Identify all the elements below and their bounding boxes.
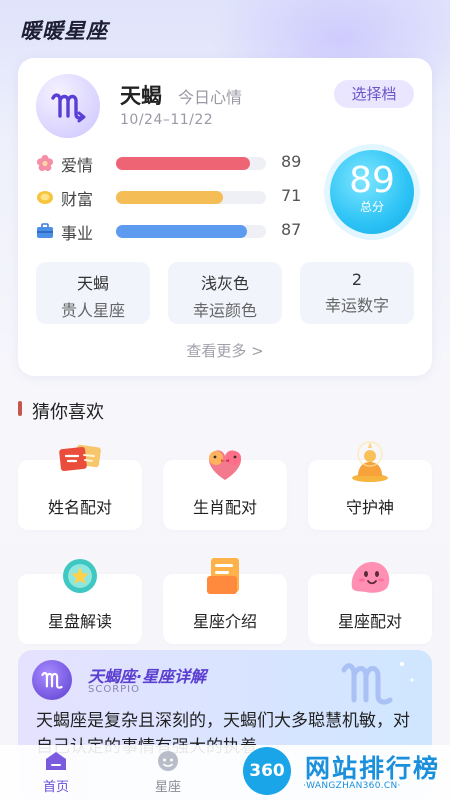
info-box-lucky-number: 2 幸运数字	[300, 262, 414, 324]
total-score-label: 总分	[359, 200, 384, 214]
stat-value: 87	[281, 220, 302, 239]
nav-label: 首页	[42, 780, 69, 795]
stat-bar	[116, 157, 266, 170]
tile-sign-intro[interactable]: 星座介绍	[163, 558, 287, 644]
buddha-icon	[344, 440, 396, 484]
watermark: 360 网站排行榜 ·WANGZHAN360.CN·	[243, 745, 450, 800]
scorpio-badge-icon	[32, 660, 72, 700]
stat-label: 事业	[61, 224, 94, 243]
tile-label: 星座配对	[337, 612, 402, 631]
nav-label: 星座	[154, 780, 181, 795]
star-plate-icon	[54, 554, 106, 598]
stat-label: 财富	[61, 190, 94, 209]
tile-sign-match[interactable]: 星座配对	[308, 562, 432, 644]
tile-label: 姓名配对	[47, 498, 112, 517]
info-box-lucky-color: 浅灰色 幸运颜色	[168, 262, 282, 324]
sign-name: 天蝎	[120, 84, 162, 108]
tile-zodiac-match[interactable]: 生肖配对	[163, 450, 287, 530]
section-title: 猜你喜欢	[32, 402, 104, 423]
briefcase-icon	[37, 223, 53, 238]
tile-label: 守护神	[345, 498, 394, 517]
scorpio-symbol-icon	[51, 93, 86, 123]
stat-row-love: 爱情 89	[36, 152, 306, 175]
section-accent-bar	[18, 401, 22, 416]
tile-label: 星座介绍	[192, 612, 257, 631]
stat-bar	[116, 191, 266, 204]
today-mood-label: 今日心情	[178, 88, 243, 107]
watermark-logo: 360	[243, 747, 291, 795]
tile-name-match[interactable]: 姓名配对	[18, 444, 142, 530]
stat-row-wealth: 财富 71	[36, 186, 306, 209]
nav-item-home[interactable]: 首页	[26, 749, 86, 795]
see-more-link[interactable]: 查看更多 >	[18, 340, 432, 361]
face-icon	[158, 751, 178, 771]
flower-icon	[36, 154, 54, 172]
banner-subtitle: SCORPIO	[88, 684, 140, 695]
info-key: 幸运颜色	[192, 301, 257, 320]
date-range: 10/24–11/22	[120, 112, 214, 128]
app-title: 暖暖星座	[20, 19, 108, 43]
folder-icon	[199, 554, 251, 598]
total-score-badge: 89 总分	[330, 150, 414, 234]
name-card-icon	[54, 440, 106, 484]
nav-item-constellation[interactable]: 星座	[138, 749, 198, 795]
info-key: 幸运数字	[324, 296, 389, 315]
stat-value: 71	[281, 186, 302, 205]
horoscope-card: 天蝎 今日心情 10/24–11/22 选择档 爱情 89 财富 71 事业 8…	[18, 58, 432, 376]
tile-chart-reading[interactable]: 星盘解读	[18, 559, 142, 644]
stat-value: 89	[281, 152, 302, 171]
stat-bar	[116, 225, 266, 238]
birds-icon	[199, 440, 251, 484]
coin-icon	[37, 191, 53, 204]
blob-icon	[344, 554, 396, 598]
tile-label: 星盘解读	[47, 612, 112, 631]
watermark-text: 网站排行榜	[305, 754, 441, 783]
info-value: 2	[351, 270, 363, 289]
stat-bar-fill	[116, 225, 247, 238]
stat-bar-fill	[116, 157, 250, 170]
info-value: 浅灰色	[200, 274, 249, 293]
home-icon	[46, 752, 66, 770]
info-value: 天蝎	[76, 274, 109, 293]
stat-row-career: 事业 87	[36, 220, 306, 243]
total-score-value: 89	[349, 160, 395, 201]
scorpio-avatar	[36, 74, 100, 138]
stat-bar-fill	[116, 191, 223, 204]
select-profile-button[interactable]: 选择档	[334, 80, 414, 108]
info-box-noble-sign: 天蝎 贵人星座	[36, 262, 150, 324]
info-key: 贵人星座	[60, 301, 125, 320]
watermark-url: ·WANGZHAN360.CN·	[303, 781, 401, 791]
tile-label: 生肖配对	[192, 498, 257, 517]
stat-label: 爱情	[61, 156, 94, 175]
tile-guardian[interactable]: 守护神	[308, 441, 432, 530]
